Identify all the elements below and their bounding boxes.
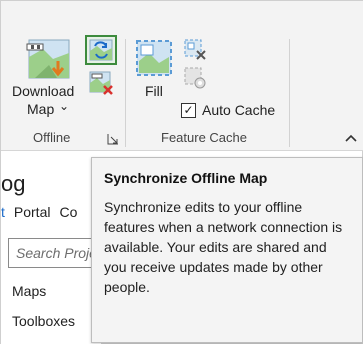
download-map-icon [26,39,70,79]
search-input[interactable]: Search Proje [8,238,100,268]
fill-cache-icon [136,40,172,76]
list-item-maps[interactable]: Maps [12,283,46,299]
tooltip: Synchronize Offline Map Synchronize edit… [91,157,363,343]
tab-project[interactable]: t [1,204,5,220]
fill-button[interactable]: Fill [131,37,177,107]
cache-settings-icon [184,67,206,89]
tab-computer[interactable]: Co [59,204,77,220]
clear-cache-icon [184,39,206,60]
list-item-toolboxes[interactable]: Toolboxes [12,313,75,329]
auto-cache-label: Auto Cache [202,102,276,118]
tooltip-body: Synchronize edits to your offline featur… [104,199,343,295]
checkmark-icon: ✓ [183,103,194,117]
synchronize-offline-map-icon [89,39,113,61]
collapse-ribbon-button[interactable] [344,131,358,143]
pane-title: og [1,171,26,196]
remove-offline-map-icon [89,71,113,95]
group-separator [125,39,126,147]
dialog-launcher-button[interactable] [107,132,119,145]
group-label-feature-cache: Feature Cache [161,130,247,145]
remove-offline-map-button[interactable] [87,69,115,97]
collapse-ribbon-icon [345,134,357,142]
synchronize-offline-map-button[interactable] [85,35,117,65]
pane-tabs: t Portal Co [1,204,77,220]
tooltip-title: Synchronize Offline Map [104,170,268,186]
dialog-launcher-icon [107,134,118,145]
auto-cache-checkbox[interactable]: ✓ [181,102,196,118]
group-separator [289,39,290,147]
cache-settings-button[interactable] [181,65,209,91]
download-map-label-line2: Map [27,101,55,117]
group-label-offline: Offline [33,130,71,145]
download-map-label-line1: Download [12,83,75,99]
fill-label: Fill [145,83,163,99]
auto-cache-toggle[interactable]: ✓ Auto Cache [181,100,275,120]
tab-portal[interactable]: Portal [14,204,51,220]
clear-cache-button[interactable] [181,37,209,63]
chevron-down-icon: ⌄ [59,99,70,113]
